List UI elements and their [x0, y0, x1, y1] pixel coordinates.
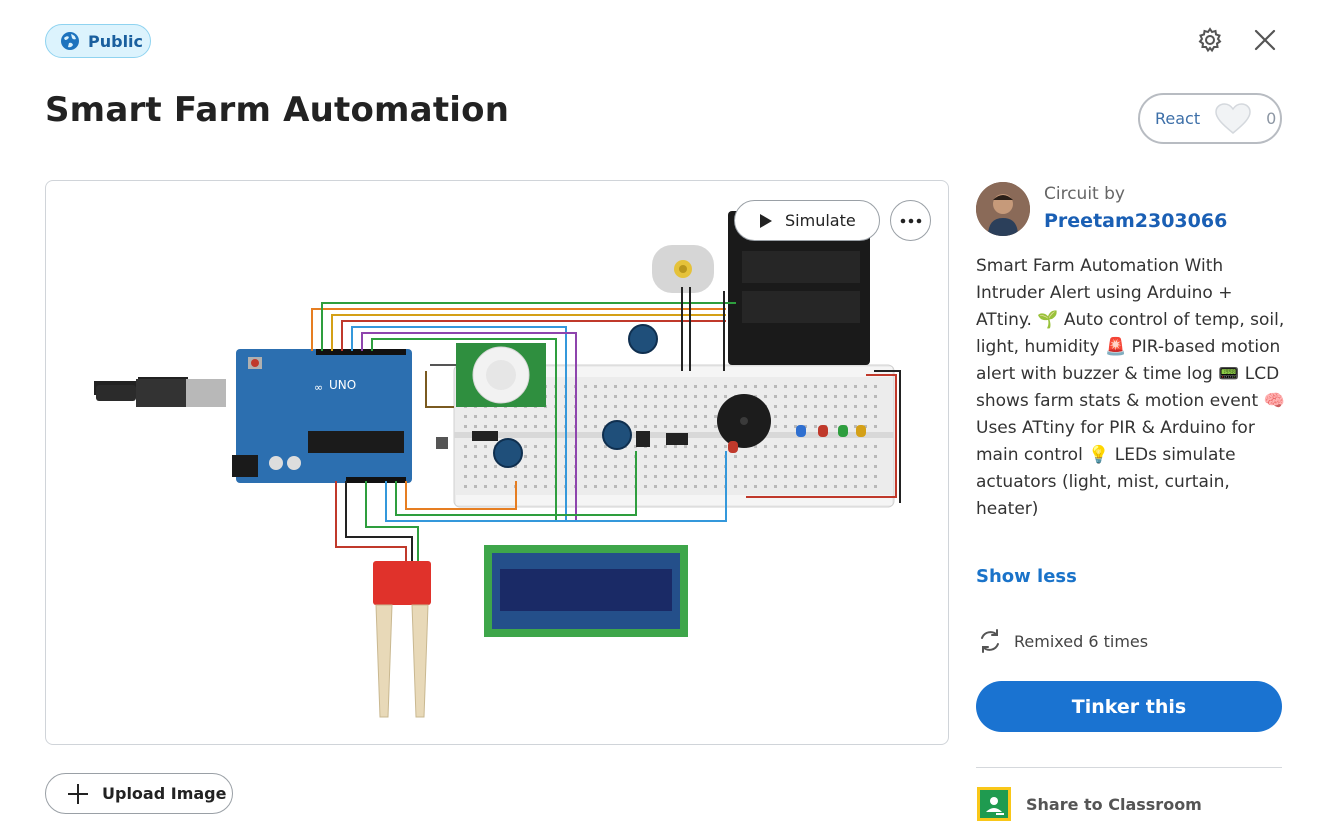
piezo-buzzer — [717, 394, 771, 448]
simulate-button[interactable]: Simulate — [734, 200, 880, 241]
lcd-display — [484, 545, 688, 637]
remix-icon — [981, 629, 999, 653]
dc-motor — [652, 245, 714, 293]
circuit-diagram[interactable]: UNO ∞ — [46, 181, 949, 745]
remix-count: Remixed 6 times — [1014, 631, 1149, 651]
author-link[interactable]: Preetam2303066 — [1044, 210, 1227, 232]
soil-moisture-sensor — [373, 561, 431, 718]
circuit-by-label: Circuit by — [1044, 184, 1125, 204]
react-button[interactable]: React 0 — [1138, 93, 1282, 144]
share-to-classroom-button[interactable]: Share to Classroom — [976, 786, 1202, 822]
svg-text:UNO: UNO — [329, 378, 356, 392]
upload-image-button[interactable]: Upload Image — [45, 773, 233, 814]
pir-sensor — [456, 343, 546, 407]
react-label: React — [1155, 109, 1201, 128]
share-to-classroom-label: Share to Classroom — [1026, 794, 1202, 814]
react-count: 0 — [1266, 109, 1277, 128]
page-title: Smart Farm Automation — [45, 90, 510, 130]
divider — [976, 767, 1282, 768]
circuit-description: Smart Farm Automation With Intruder Aler… — [976, 256, 1285, 519]
visibility-badge: Public — [45, 24, 151, 58]
show-less-link[interactable]: Show less — [976, 566, 1077, 587]
upload-image-label: Upload Image — [102, 784, 227, 803]
plus-icon — [68, 783, 88, 804]
google-classroom-icon — [977, 787, 1011, 821]
remix-info: Remixed 6 times — [976, 627, 1148, 655]
circuit-canvas[interactable]: UNO ∞ Simulate — [45, 180, 949, 745]
more-options-button[interactable] — [890, 200, 931, 241]
visibility-label: Public — [88, 31, 144, 51]
svg-text:∞: ∞ — [314, 381, 323, 394]
arduino-uno: UNO ∞ — [94, 349, 412, 483]
avatar[interactable] — [976, 182, 1030, 236]
tinker-this-button[interactable]: Tinker this — [976, 681, 1282, 732]
heart-icon — [1215, 102, 1251, 134]
close-icon[interactable] — [1251, 26, 1279, 54]
play-icon — [760, 213, 772, 228]
more-horizontal-icon — [900, 218, 921, 223]
gear-icon[interactable] — [1196, 26, 1224, 54]
simulate-label: Simulate — [785, 211, 856, 230]
globe-icon — [61, 32, 79, 50]
